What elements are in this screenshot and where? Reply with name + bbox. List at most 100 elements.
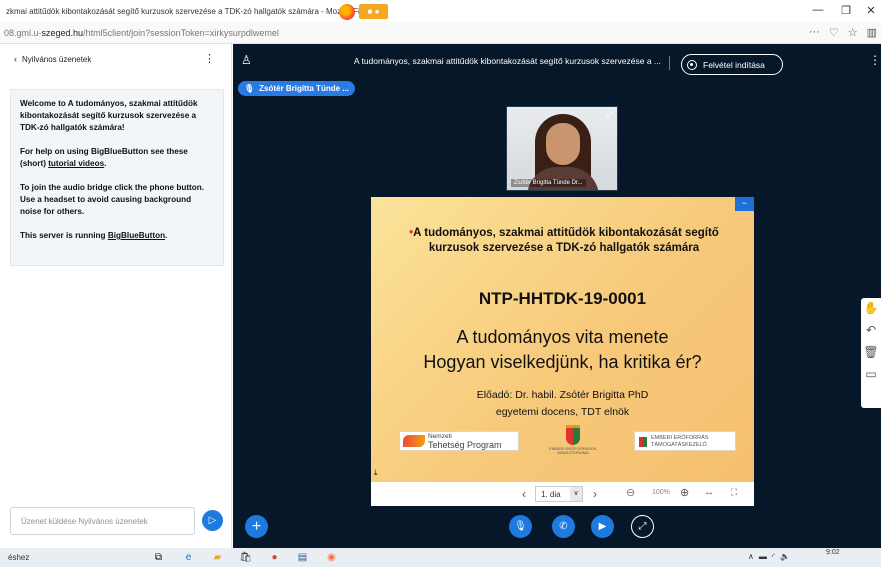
slide-heading: •A tudományos, szakmai attitűdök kibonta… — [409, 227, 719, 254]
previous-slide-button[interactable]: ‹ — [522, 487, 526, 501]
meeting-title: A tudományos, szakmai attitűdök kibontak… — [353, 56, 661, 66]
slide-subtitle-1: A tudományos vita menete — [456, 327, 669, 347]
bigbluebutton-link[interactable]: BigBlueButton — [108, 231, 165, 240]
chevron-left-icon[interactable]: ‹ — [14, 54, 17, 64]
browser-titlebar: zkmai attitűdök kibontakozását segítő ku… — [0, 0, 881, 22]
ntp-mark-icon — [403, 435, 425, 447]
presentation-slide: − •A tudományos, szakmai attitűdök kibon… — [371, 197, 754, 482]
tutorial-videos-link[interactable]: tutorial videos — [48, 159, 104, 168]
webcam-label: Zsótér Brigitta Tünde Dr... — [511, 179, 586, 187]
webcam-face — [546, 123, 580, 165]
network-icon[interactable]: ◜ — [772, 552, 775, 561]
public-chat-panel: ‹ Nyilvános üzenetek ⋮ Welcome to A tudo… — [0, 44, 232, 548]
presentation-area: ♙ A tudományos, szakmai attitűdök kibont… — [233, 44, 881, 548]
record-label: Felvétel indítása — [703, 59, 765, 70]
address-bar[interactable]: 08.gml.u-szeged.hu/html5client/join?sess… — [0, 22, 881, 44]
project-code: NTP-HHTDK-19-0001 — [478, 289, 647, 308]
pocket-icon[interactable]: ♡ — [829, 26, 839, 39]
chat-message-input[interactable]: Üzenet küldése Nyilvános üzenetek — [10, 507, 195, 535]
send-icon: ▷ — [208, 515, 217, 526]
close-button[interactable]: ✕ — [861, 4, 881, 17]
toolbar-icons: ··· ♡ ☆ ▥ — [809, 26, 877, 39]
webcam-video[interactable]: ⤢ Zsótér Brigitta Tünde Dr... — [506, 106, 618, 191]
fullscreen-button[interactable]: ⛶ — [731, 487, 737, 498]
video-camera-icon: ▶ — [598, 521, 607, 532]
edge-icon[interactable]: e — [181, 550, 196, 565]
task-view-icon[interactable]: ⧉ — [151, 550, 166, 565]
zoom-out-button[interactable]: ⊖ — [626, 486, 635, 499]
ntp-logo: Nemzeti Tehetség Program — [399, 431, 519, 451]
powerpoint-icon[interactable]: ● — [267, 550, 282, 565]
window-title: zkmai attitűdök kibontakozását segítő ku… — [6, 6, 360, 16]
presenter-role: egyetemi docens, TDT elnök — [495, 406, 630, 418]
camera-button[interactable]: ▶ — [591, 515, 614, 538]
word-icon[interactable]: ▤ — [295, 550, 310, 565]
ministry-crest-logo: EMBERI ERŐFORRÁSOK MINISZTÉRIUMA — [536, 425, 610, 457]
firefox-icon — [339, 4, 355, 20]
system-tray: ∧ ▬ ◜ 🔈 — [748, 552, 790, 561]
help-line: For help on using BigBlueButton see thes… — [20, 147, 188, 168]
whiteboard-toolbar: ✋ ↶ 🗑 ▭ — [861, 298, 881, 408]
battery-icon[interactable]: ▬ — [759, 552, 767, 561]
screen-share-icon: ⤢ — [638, 521, 647, 532]
server-line: This server is running BigBlueButton. — [20, 231, 168, 240]
next-slide-button[interactable]: › — [593, 487, 597, 501]
phone-button[interactable]: ✆ — [552, 515, 575, 538]
taskbar-search[interactable]: éshez — [8, 553, 29, 562]
emmi-logo: EMBERI ERŐFORRÁS TÁMOGATÁSKEZELŐ — [634, 431, 736, 451]
microphone-icon: 🎙 — [244, 84, 255, 93]
plus-icon: + — [251, 517, 262, 535]
chat-options-icon[interactable]: ⋮ — [204, 52, 215, 65]
audio-line: To join the audio bridge click the phone… — [20, 183, 205, 216]
chat-header[interactable]: ‹ Nyilvános üzenetek ⋮ — [0, 44, 231, 74]
store-icon[interactable]: 🛍 — [238, 550, 253, 565]
user-list-icon[interactable]: ♙ — [241, 53, 252, 67]
fullscreen-icon[interactable]: ⤢ — [607, 110, 613, 120]
clock[interactable]: 9:02 — [826, 549, 840, 557]
undo-icon[interactable]: ↶ — [866, 323, 876, 337]
zoom-level: 100% — [652, 489, 670, 496]
send-message-button[interactable]: ▷ — [202, 510, 223, 531]
maximize-button[interactable]: ❐ — [836, 4, 856, 17]
fit-width-button[interactable]: ↔ — [704, 487, 714, 498]
clear-trash-icon[interactable]: 🗑 — [863, 345, 878, 359]
slide-subtitle-2: Hogyan viselkedjünk, ha kritika ér? — [423, 352, 702, 372]
microphone-button[interactable]: 🎙 — [509, 515, 532, 538]
page-actions-icon[interactable]: ··· — [809, 26, 820, 39]
chat-title: Nyilvános üzenetek — [22, 54, 92, 64]
chevron-down-icon: ∨ — [570, 487, 582, 501]
welcome-message: Welcome to A tudományos, szakmai attitűd… — [10, 89, 224, 266]
microphone-icon: 🎙 — [514, 521, 527, 532]
recording-extension-icon[interactable]: ■ ● — [359, 4, 388, 19]
record-icon — [687, 59, 697, 70]
windows-taskbar: éshez ⧉ e ▰ 🛍 ● ▤ ◉ ∧ ▬ ◜ 🔈 9:02 — [0, 548, 881, 567]
hand-tool-icon[interactable]: ✋ — [864, 301, 879, 315]
slide-controls: ‹ 1. dia ∨ › ⊖ 100% ⊕ ↔ ⛶ — [371, 482, 754, 506]
minimize-presentation-button[interactable]: − — [735, 197, 754, 211]
start-recording-button[interactable]: Felvétel indítása — [681, 54, 783, 75]
slide-select[interactable]: 1. dia ∨ — [535, 486, 583, 502]
presenter-info: Előadó: Dr. habil. Zsótér Brigitta PhD e… — [371, 387, 754, 421]
sponsor-logos: Nemzeti Tehetség Program EMBERI ERŐFORRÁ… — [396, 425, 736, 457]
screen-share-button[interactable]: ⤢ — [631, 515, 654, 538]
file-explorer-icon[interactable]: ▰ — [210, 550, 225, 565]
chevron-up-icon[interactable]: ∧ — [748, 552, 754, 561]
meeting-topbar: ♙ A tudományos, szakmai attitűdök kibont… — [233, 44, 881, 80]
url-text[interactable]: 08.gml.u-szeged.hu/html5client/join?sess… — [0, 28, 279, 38]
talking-indicator[interactable]: 🎙 Zsótér Brigitta Tünde ... — [238, 81, 355, 96]
minimize-button[interactable]: — — [808, 4, 828, 16]
options-menu-icon[interactable]: ⋮ — [869, 53, 881, 67]
actions-plus-button[interactable]: + — [245, 515, 268, 538]
coat-of-arms-icon — [566, 425, 580, 445]
phone-icon: ✆ — [559, 521, 568, 532]
presenter-name: Előadó: Dr. habil. Zsótér Brigitta PhD — [476, 389, 649, 401]
divider — [669, 56, 670, 70]
bookmark-star-icon[interactable]: ☆ — [848, 26, 858, 39]
talker-name: Zsótér Brigitta Tünde ... — [259, 84, 349, 93]
download-icon[interactable]: ⤓ — [374, 468, 378, 478]
zoom-in-button[interactable]: ⊕ — [680, 486, 689, 499]
firefox-taskbar-icon[interactable]: ◉ — [324, 550, 339, 565]
library-icon[interactable]: ▥ — [867, 26, 877, 39]
multi-user-icon[interactable]: ▭ — [865, 367, 876, 381]
volume-icon[interactable]: 🔈 — [780, 552, 790, 561]
